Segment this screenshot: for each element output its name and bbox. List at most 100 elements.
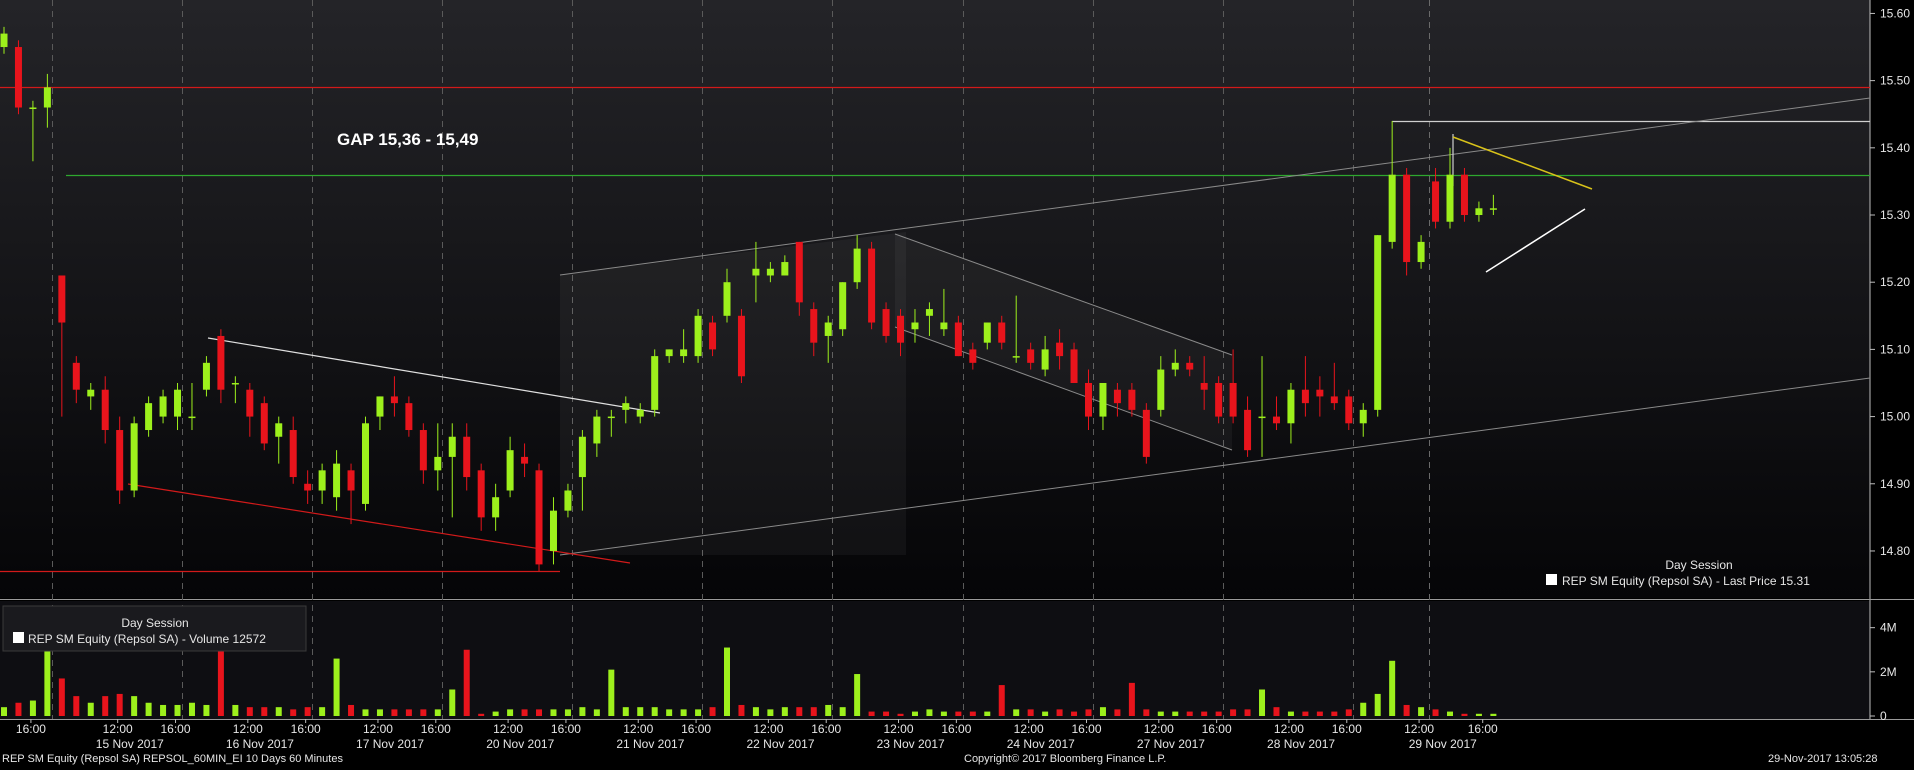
candle-body xyxy=(1186,362,1194,370)
candle-body xyxy=(578,436,586,478)
candle-body xyxy=(130,423,138,491)
candle-body xyxy=(810,309,818,343)
candle-body xyxy=(1070,349,1078,383)
volume-bar xyxy=(1374,693,1381,716)
y-tick-label: 15.30 xyxy=(1880,208,1910,222)
x-date-label: 23 Nov 2017 xyxy=(877,737,945,751)
candle-body xyxy=(694,315,702,357)
x-date-label: 22 Nov 2017 xyxy=(746,737,814,751)
candle xyxy=(1403,167,1411,276)
candle xyxy=(694,309,702,363)
candle-body xyxy=(188,416,196,419)
candle xyxy=(14,40,22,115)
candle-body xyxy=(607,416,615,419)
candle-body xyxy=(766,268,774,276)
x-date-label: 29 Nov 2017 xyxy=(1409,737,1477,751)
candle-body xyxy=(1460,174,1468,216)
volume-bar xyxy=(984,711,991,716)
candle-body xyxy=(521,456,529,464)
candle-body xyxy=(781,262,789,276)
y-tick-label: 14.90 xyxy=(1880,477,1910,491)
candle-body xyxy=(390,396,398,404)
candle-body xyxy=(1374,235,1382,410)
volume-bar xyxy=(1475,713,1482,716)
candle-body xyxy=(549,510,557,551)
candle xyxy=(1460,167,1468,222)
candle-body xyxy=(202,362,210,390)
volume-bar xyxy=(1273,707,1280,716)
candle-body xyxy=(405,403,413,431)
candle xyxy=(651,349,659,417)
candle-body xyxy=(1012,356,1020,358)
volume-bar xyxy=(810,707,817,716)
candle-body xyxy=(723,282,731,316)
candle-body xyxy=(1345,396,1353,424)
footer-center: Copyright© 2017 Bloomberg Finance L.P. xyxy=(964,753,1167,765)
candle-body xyxy=(897,315,905,343)
volume-bar xyxy=(1345,709,1352,716)
candle-body xyxy=(1403,174,1411,263)
candle xyxy=(868,241,876,330)
volume-bar xyxy=(1013,709,1020,716)
volume-bar xyxy=(1099,707,1106,716)
candle-body xyxy=(622,403,630,410)
volume-bar xyxy=(1056,709,1063,716)
volume-bar xyxy=(550,709,557,716)
volume-bar xyxy=(1085,709,1092,716)
x-time-label: 16:00 xyxy=(291,722,321,736)
candle-body xyxy=(795,241,803,303)
volume-legend-swatch xyxy=(13,632,24,643)
y-tick-label: 15.40 xyxy=(1880,141,1910,155)
candle-body xyxy=(1085,382,1092,417)
volume-bar xyxy=(304,707,311,716)
candle-body xyxy=(636,409,644,417)
y-tick-label: 15.20 xyxy=(1880,275,1910,289)
volume-bar xyxy=(521,709,528,716)
candle-body xyxy=(492,497,500,518)
x-time-label: 12:00 xyxy=(623,722,653,736)
volume-bar xyxy=(1403,704,1410,716)
candle-body xyxy=(709,322,717,350)
volume-bar xyxy=(1186,711,1193,716)
x-time-label: 16:00 xyxy=(1468,722,1498,736)
volume-bar xyxy=(940,711,947,716)
candle-body xyxy=(376,396,384,417)
candle-body xyxy=(1475,208,1483,216)
volume-bar xyxy=(1389,660,1396,716)
x-time-label: 12:00 xyxy=(1144,722,1174,736)
candle-body xyxy=(1171,362,1179,370)
volume-bar xyxy=(246,707,253,716)
volume-bar xyxy=(1143,709,1150,716)
candle-body xyxy=(839,282,847,330)
candle-body xyxy=(593,416,601,444)
candle-body xyxy=(1388,174,1396,242)
volume-bar xyxy=(1230,709,1237,716)
x-time-label: 12:00 xyxy=(363,722,393,736)
candle-body xyxy=(752,268,760,276)
y-tick-label: 15.60 xyxy=(1880,6,1910,20)
candle-body xyxy=(1128,389,1136,410)
candle-body xyxy=(911,322,919,330)
candle-body xyxy=(362,423,369,504)
volume-bar xyxy=(1201,711,1208,716)
volume-legend: Day Session REP SM Equity (Repsol SA) - … xyxy=(2,605,307,652)
candle-body xyxy=(1258,416,1266,419)
volume-bar xyxy=(492,711,499,716)
volume-bar xyxy=(911,711,918,716)
candle-body xyxy=(101,389,109,431)
candle-body xyxy=(304,483,312,491)
volume-bar xyxy=(275,707,282,716)
volume-bar xyxy=(724,647,730,716)
x-date-label: 16 Nov 2017 xyxy=(226,737,294,751)
volume-bar xyxy=(579,707,586,716)
candle-body xyxy=(969,349,977,363)
volume-bar xyxy=(333,658,340,716)
candle xyxy=(1142,403,1150,464)
volume-bar xyxy=(781,707,788,716)
candle-body xyxy=(1244,409,1252,451)
candle xyxy=(839,282,847,336)
candle xyxy=(260,396,268,451)
volume-bar xyxy=(651,707,658,716)
volume-bar xyxy=(319,707,326,716)
volume-bar xyxy=(1360,702,1367,716)
